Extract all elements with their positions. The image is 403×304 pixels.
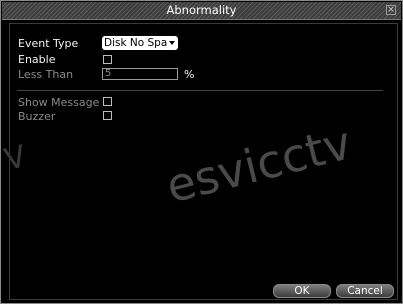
abnormality-dialog: Abnormality × Event Type Disk No Spa Ena… [0, 0, 403, 304]
show-message-checkbox[interactable] [103, 97, 112, 106]
less-than-input[interactable]: 5 [102, 68, 178, 80]
dialog-title: Abnormality [166, 3, 237, 17]
divider [17, 90, 383, 91]
cancel-button[interactable]: Cancel [336, 284, 394, 298]
less-than-value: 5 [105, 68, 112, 79]
enable-label: Enable [18, 53, 56, 66]
event-type-label: Event Type [18, 37, 79, 50]
event-type-select[interactable]: Disk No Spa [102, 36, 178, 50]
buzzer-checkbox[interactable] [103, 111, 112, 120]
percent-unit: % [184, 68, 195, 81]
chevron-down-icon [169, 41, 175, 45]
event-type-value: Disk No Spa [104, 37, 168, 49]
less-than-label: Less Than [18, 68, 74, 81]
show-message-label: Show Message [18, 96, 100, 109]
title-bar[interactable]: Abnormality × [2, 2, 401, 20]
enable-checkbox[interactable] [103, 55, 112, 64]
ok-button[interactable]: OK [273, 284, 331, 298]
close-icon[interactable]: × [386, 5, 396, 15]
buzzer-label: Buzzer [18, 110, 56, 123]
